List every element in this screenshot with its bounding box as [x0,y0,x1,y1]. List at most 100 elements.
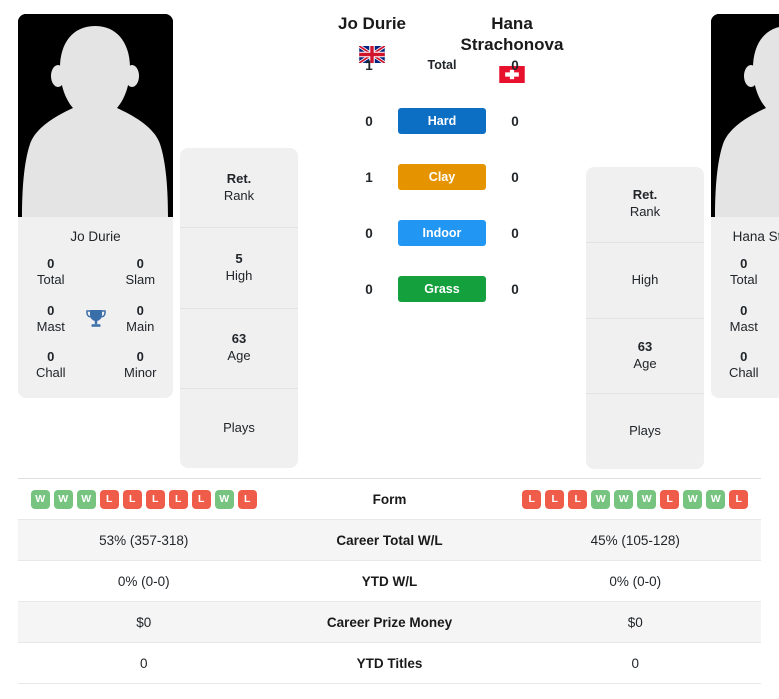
trophy-icon [771,307,779,331]
rank-cell-value: 63 [637,338,653,354]
title-stat-total-right: 0 Total [717,256,771,289]
stat-right-value: 0% (0-0) [609,573,662,589]
title-stat-label: Chall [728,365,759,381]
h2h-left-score: 1 [365,57,373,73]
form-badge-win: W [214,489,234,509]
h2h-right-score: 0 [511,169,519,185]
surface-badge-grass[interactable]: Grass [398,276,486,303]
form-badge-win: W [637,489,657,509]
title-stat-main-left: 0 Main [114,303,168,336]
h2h-left-score: 1 [365,169,373,185]
form-badge-loss: L [729,489,749,509]
player-name-left: Jo Durie [337,14,407,33]
h2h-right-score: 0 [511,281,519,297]
title-stat-label: Mast [36,318,65,334]
rank-cell-label: Rank [629,204,661,220]
form-badge-loss: L [545,489,565,509]
h2h-row-indoor: 0 Indoor 0 [358,205,526,261]
surface-h2h-list: 1 Total 0 0 Hard 0 1 Clay 0 0 Indoor 0 0… [358,37,526,317]
form-strip-right: LLLWWWLWWL [510,489,762,509]
title-stat-label: Main [126,318,155,334]
player-card-left[interactable]: Jo Durie 0 Total 0 Slam 0 Mast 0 Main 0 … [18,14,173,398]
form-badge-loss: L [568,489,588,509]
rank-column-left: Ret. Rank 5 High 63 Age Plays [180,148,298,468]
title-stat-mast-right: 0 Mast [717,303,771,336]
title-stat-value: 0 [136,256,144,271]
table-row: 0% (0-0) YTD W/L 0% (0-0) [18,561,761,602]
h2h-left-score: 0 [365,281,373,297]
title-stat-value: 0 [47,302,55,318]
form-badge-loss: L [168,489,188,509]
stat-left-value: $0 [136,614,152,630]
title-stat-value: 0 [136,302,144,318]
title-stat-value: 0 [740,256,748,271]
form-badge-win: W [591,489,611,509]
h2h-right-score: 0 [511,57,519,73]
form-badge-win: W [30,489,50,509]
comparison-stats-table: WWWLLLLLWL Form LLLWWWLWWL 53% (357-318)… [18,478,761,684]
rank-cell-rank-left: Ret. Rank [180,148,298,229]
stat-right-value: 45% (105-128) [590,532,680,548]
head-to-head-column: Jo Durie Hana Strachonova 1 Total 0 0 Ha… [298,14,586,317]
form-badge-win: W [706,489,726,509]
player-card-name-right: Hana Strachonova [732,229,779,244]
surface-badge-hard[interactable]: Hard [398,108,486,135]
stat-left-value: 53% (357-318) [99,532,189,548]
titles-grid-right: 0 Total 0 Slam 0 Mast [711,254,779,398]
table-row-form: WWWLLLLLWL Form LLLWWWLWWL [18,479,761,520]
form-badge-win: W [76,489,96,509]
title-stat-chall-left: 0 Chall [24,349,78,382]
form-badge-loss: L [122,489,142,509]
title-stat-value: 0 [136,349,144,364]
h2h-left-score: 0 [365,113,373,129]
title-stat-value: 0 [47,256,55,271]
rank-cell-label: Rank [223,187,255,203]
table-row: 53% (357-318) Career Total W/L 45% (105-… [18,520,761,561]
stat-row-label: YTD W/L [361,573,418,589]
rank-cell-value: Ret. [226,170,252,186]
surface-badge-indoor[interactable]: Indoor [398,220,486,247]
form-badge-loss: L [99,489,119,509]
table-row: 0 YTD Titles 0 [18,643,761,684]
rank-cell-label: High [225,267,253,283]
title-stat-slam-left: 0 Slam [114,256,168,289]
title-stat-label: Chall [35,365,66,381]
form-strip-left: WWWLLLLLWL [18,489,270,509]
title-stat-chall-right: 0 Chall [717,349,771,382]
rank-cell-label: Plays [223,419,255,435]
h2h-left-score: 0 [365,225,373,241]
h2h-row-total: 1 Total 0 [358,37,526,93]
stat-left-value: 0 [139,655,148,671]
rank-cell-value: 63 [231,331,247,347]
rank-cell-age-right: 63 Age [586,319,704,395]
rank-cell-label: Plays [629,423,661,439]
rank-cell-value: 5 [235,250,243,266]
title-stat-total-left: 0 Total [24,256,78,289]
title-stat-value: 0 [47,349,55,364]
trophy-icon [78,307,114,331]
title-stat-label: Slam [125,272,156,288]
player-card-right[interactable]: Hana Strachonova 0 Total 0 Slam 0 Mast [711,14,779,398]
table-row: $0 Career Prize Money $0 [18,602,761,643]
stat-row-label: Career Total W/L [336,532,443,548]
form-badge-loss: L [237,489,257,509]
rank-cell-value: Ret. [632,187,658,203]
h2h-row-hard: 0 Hard 0 [358,93,526,149]
form-badge-loss: L [191,489,211,509]
rank-cell-label: Age [633,355,657,371]
h2h-row-grass: 0 Grass 0 [358,261,526,317]
rank-cell-plays-right: Plays [586,394,704,469]
row-label-form: Form [372,491,407,507]
rank-column-right: Ret. Rank High 63 Age Plays [586,167,704,469]
rank-cell-label: Age [227,348,251,364]
form-badge-loss: L [660,489,680,509]
rank-cell-plays-left: Plays [180,389,298,468]
rank-cell-label: High [631,271,659,287]
h2h-right-score: 0 [511,225,519,241]
rank-cell-high-left: 5 High [180,228,298,309]
form-badge-loss: L [522,489,542,509]
title-stat-value: 0 [740,349,748,364]
form-badge-loss: L [145,489,165,509]
surface-badge-clay[interactable]: Clay [398,164,486,191]
stat-row-label: YTD Titles [356,655,423,671]
